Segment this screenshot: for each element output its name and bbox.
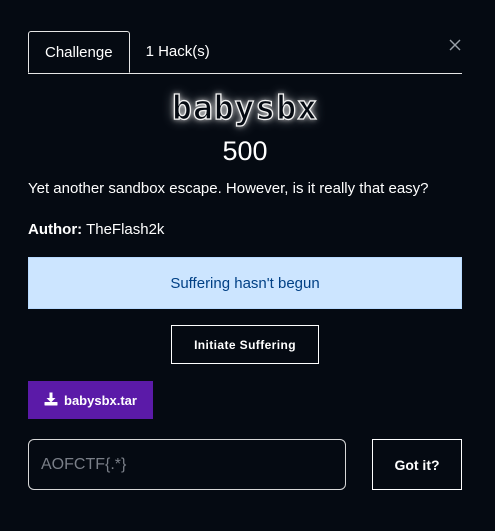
tab-bar: Challenge 1 Hack(s) [28, 31, 462, 74]
challenge-description: Yet another sandbox escape. However, is … [28, 180, 429, 197]
status-alert-text: Suffering hasn't begun [170, 274, 320, 292]
author-label: Author: [28, 221, 83, 238]
tab-challenge-label: Challenge [45, 43, 113, 61]
tab-hacks[interactable]: 1 Hack(s) [130, 31, 226, 71]
author-name: TheFlash2k [86, 221, 165, 238]
initiate-suffering-label: Initiate Suffering [194, 337, 296, 352]
download-file-button[interactable]: babysbx.tar [28, 381, 153, 419]
submit-flag-button[interactable]: Got it? [372, 439, 462, 490]
status-alert: Suffering hasn't begun [28, 257, 462, 309]
close-icon[interactable] [446, 36, 464, 54]
flag-input[interactable] [28, 439, 346, 490]
submit-flag-label: Got it? [394, 456, 440, 473]
challenge-title: babysbx [171, 87, 319, 127]
challenge-author: Author: TheFlash2k [28, 221, 164, 238]
download-file-label: babysbx.tar [64, 392, 137, 408]
challenge-points: 500 [222, 136, 268, 166]
initiate-suffering-button[interactable]: Initiate Suffering [171, 325, 319, 364]
tab-hacks-label: 1 Hack(s) [145, 42, 210, 60]
challenge-modal: Challenge 1 Hack(s) babysbx 500 Yet anot… [0, 0, 495, 531]
download-icon [44, 392, 58, 409]
tab-challenge[interactable]: Challenge [28, 31, 130, 73]
